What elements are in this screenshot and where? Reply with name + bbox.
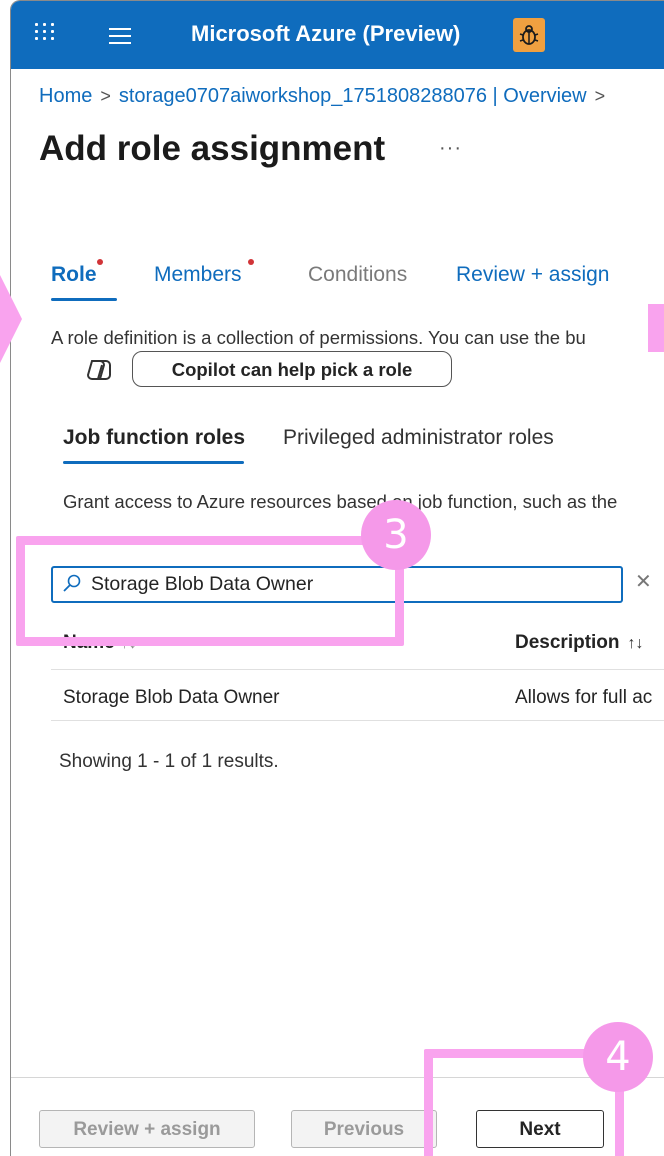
chevron-right-icon: > — [594, 86, 606, 106]
grant-access-description: Grant access to Azure resources based on… — [63, 491, 618, 512]
annotation-marker — [648, 304, 664, 352]
app-title: Microsoft Azure (Preview) — [191, 21, 461, 46]
top-bar: Microsoft Azure (Preview) — [11, 1, 664, 69]
subtab-job-function-roles[interactable]: Job function roles — [63, 426, 245, 450]
table-row-divider — [51, 720, 664, 721]
previous-button[interactable]: Previous — [291, 1110, 437, 1148]
waffle-icon[interactable] — [35, 23, 55, 43]
column-header-description[interactable]: Description ↑↓ — [515, 632, 644, 654]
review-assign-button[interactable]: Review + assign — [39, 1110, 255, 1148]
column-header-label: Description — [515, 632, 620, 653]
table-header-divider — [51, 669, 664, 670]
copilot-icon — [84, 357, 114, 388]
breadcrumb-home[interactable]: Home — [39, 85, 92, 107]
sort-icon[interactable]: ↑↓ — [628, 635, 644, 652]
annotation-highlight-search — [16, 536, 404, 646]
annotation-arrow — [0, 275, 22, 363]
annotation-step-3: 3 — [361, 500, 431, 570]
bug-icon[interactable] — [513, 18, 545, 52]
hamburger-menu-icon[interactable] — [109, 28, 131, 44]
table-row-description-cell: Allows for full ac — [515, 687, 653, 708]
annotation-step-4: 4 — [583, 1022, 653, 1092]
tab-label: Role — [51, 263, 97, 286]
tab-review-assign[interactable]: Review + assign — [456, 263, 610, 287]
role-description: A role definition is a collection of per… — [51, 327, 586, 348]
tab-label: Review + assign — [456, 263, 610, 286]
breadcrumb-storage-overview[interactable]: storage0707aiworkshop_1751808288076 | Ov… — [119, 85, 587, 107]
clear-search-icon[interactable]: ✕ — [635, 569, 652, 594]
active-subtab-indicator — [63, 461, 244, 464]
tab-label: Members — [154, 263, 242, 286]
tab-role[interactable]: Role — [51, 259, 103, 287]
breadcrumb: Home > storage0707aiworkshop_1751808288076… — [39, 85, 613, 108]
table-row-name-cell[interactable]: Storage Blob Data Owner — [63, 687, 280, 709]
required-dot-icon — [248, 259, 254, 265]
results-count: Showing 1 - 1 of 1 results. — [59, 751, 279, 772]
subtab-privileged-administrator-roles[interactable]: Privileged administrator roles — [283, 426, 554, 450]
page-title: Add role assignment — [39, 129, 386, 168]
required-dot-icon — [97, 259, 103, 265]
tab-label: Conditions — [308, 263, 408, 286]
tab-conditions[interactable]: Conditions — [308, 263, 407, 287]
active-tab-indicator — [51, 298, 117, 301]
chevron-right-icon: > — [100, 86, 111, 106]
tab-members[interactable]: Members — [154, 259, 254, 287]
more-options-icon[interactable]: ··· — [439, 137, 462, 160]
copilot-pick-role-button[interactable]: Copilot can help pick a role — [132, 351, 452, 387]
